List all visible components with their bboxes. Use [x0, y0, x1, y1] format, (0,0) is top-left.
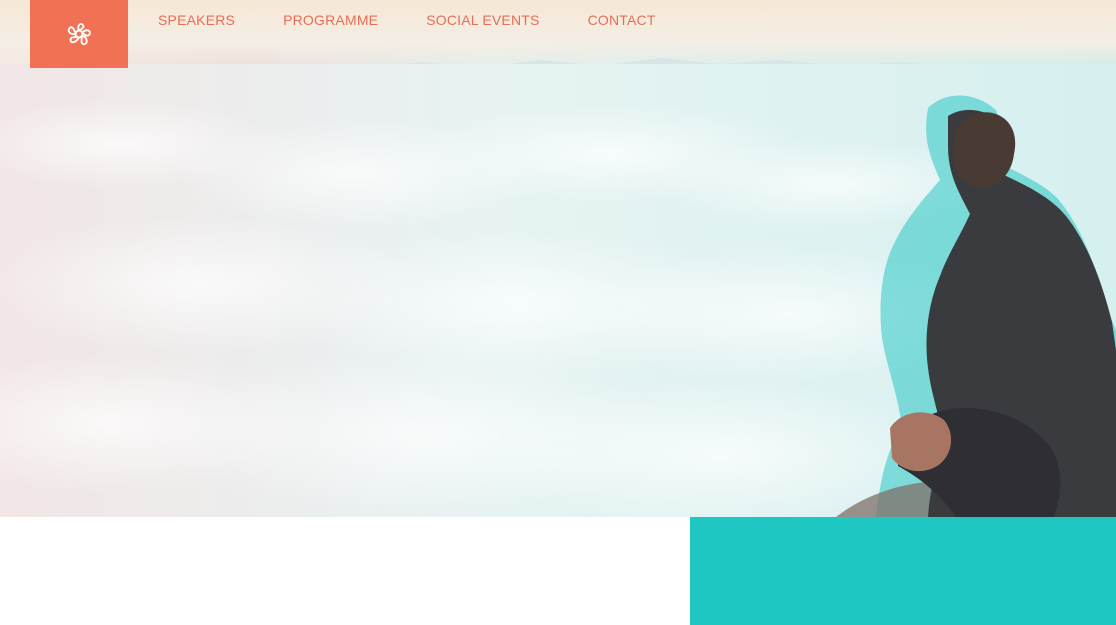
nav-speakers[interactable]: SPEAKERS	[158, 12, 235, 28]
nav-social-events[interactable]: SOCIAL EVENTS	[426, 12, 539, 28]
person-on-rock	[836, 95, 1116, 517]
logo[interactable]	[30, 0, 128, 68]
nav-programme[interactable]: PROGRAMME	[283, 12, 378, 28]
top-navigation-bar: SPEAKERS PROGRAMME SOCIAL EVENTS CONTACT	[0, 0, 1116, 68]
content-area	[0, 517, 690, 625]
flower-icon	[67, 23, 91, 46]
primary-nav: SPEAKERS PROGRAMME SOCIAL EVENTS CONTACT	[158, 12, 656, 28]
hero-banner	[0, 0, 1116, 517]
nav-contact[interactable]: CONTACT	[588, 12, 656, 28]
accent-panel	[690, 517, 1116, 625]
